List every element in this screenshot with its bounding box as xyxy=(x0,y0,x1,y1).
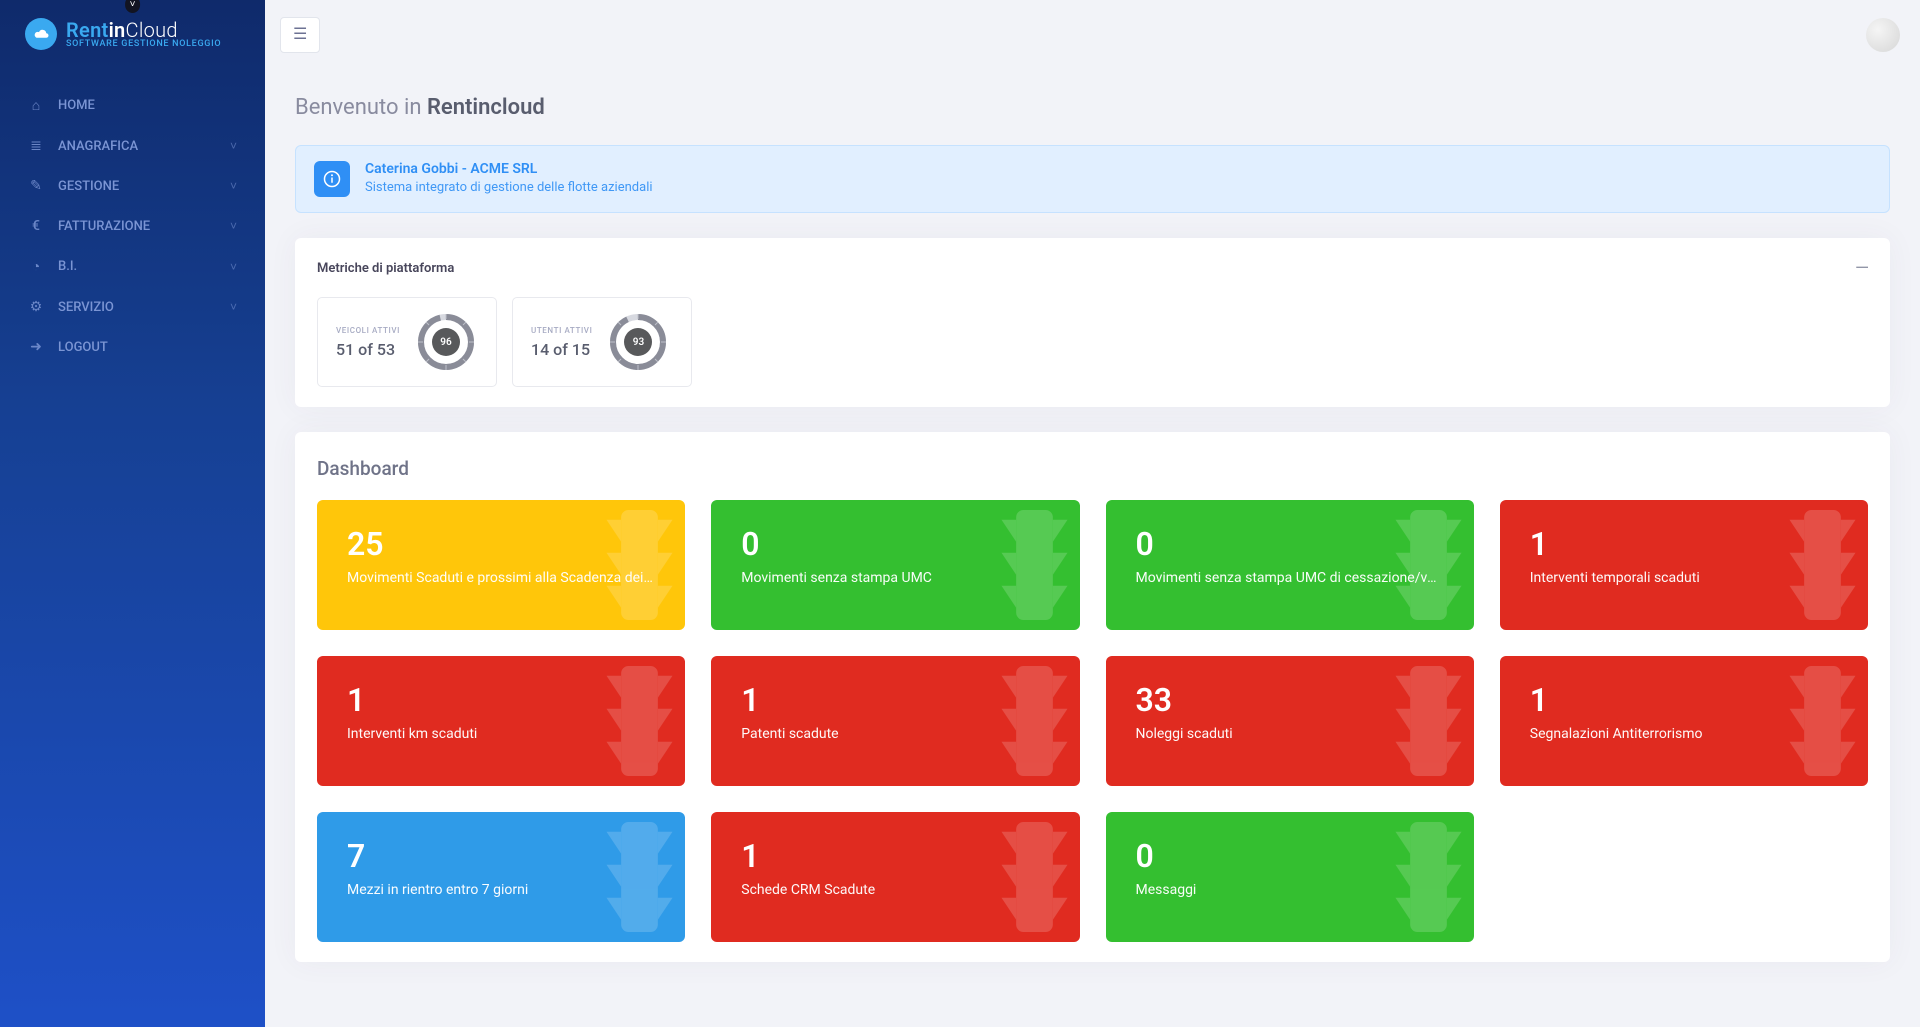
metric-users: UTENTI ATTIVI 14 of 15 xyxy=(512,297,692,387)
collapse-button[interactable]: — xyxy=(1855,258,1868,279)
nav-gestione[interactable]: ✎ GESTIONE ˅ xyxy=(0,166,265,206)
dashboard-tile[interactable]: 0Movimenti senza stampa UMC di cessazion… xyxy=(1106,500,1474,630)
metrics-panel-title: Metriche di piattaforma xyxy=(317,261,454,276)
metric-vehicles: VEICOLI ATTIVI 51 of 53 xyxy=(317,297,497,387)
nav-fatturazione[interactable]: € FATTURAZIONE ˅ xyxy=(0,206,265,246)
chevron-down-icon: ˅ xyxy=(230,300,237,314)
traffic-light-icon xyxy=(997,666,1072,776)
logout-icon: ➜ xyxy=(28,339,44,355)
dashboard-tile[interactable]: 1Segnalazioni Antiterrorismo xyxy=(1500,656,1868,786)
home-icon: ⌂ xyxy=(28,97,44,114)
traffic-light-icon xyxy=(1391,822,1466,932)
welcome-banner: Caterina Gobbi - ACME SRL Sistema integr… xyxy=(295,145,1890,213)
nav-label: FATTURAZIONE xyxy=(58,219,150,234)
nav-label: GESTIONE xyxy=(58,179,119,194)
dashboard-tile[interactable]: 1Schede CRM Scadute xyxy=(711,812,1079,942)
traffic-light-icon xyxy=(602,510,677,620)
nav-logout[interactable]: ➜ LOGOUT xyxy=(0,327,265,367)
chevron-down-icon: ˅ xyxy=(230,139,237,153)
metrics-panel: Metriche di piattaforma — VEICOLI ATTIVI… xyxy=(295,238,1890,407)
nav-label: HOME xyxy=(58,98,95,113)
dashboard-panel: Dashboard 25Movimenti Scaduti e prossimi… xyxy=(295,432,1890,962)
database-icon: ≣ xyxy=(28,138,44,154)
nav-label: ANAGRAFICA xyxy=(58,139,138,154)
dashboard-tile[interactable]: 1Interventi km scaduti xyxy=(317,656,685,786)
traffic-light-icon xyxy=(1785,666,1860,776)
nav-label: B.I. xyxy=(58,259,77,274)
gauge-value: 96 xyxy=(432,328,460,356)
dashboard-tile[interactable]: 1Interventi temporali scaduti xyxy=(1500,500,1868,630)
nav-label: LOGOUT xyxy=(58,340,108,355)
brand-subtitle: SOFTWARE GESTIONE NOLEGGIO xyxy=(66,40,221,49)
metric-label: VEICOLI ATTIVI xyxy=(336,326,400,335)
main: ☰ Benvenuto in Rentincloud Caterina Gobb… xyxy=(265,0,1920,1027)
traffic-light-icon xyxy=(602,666,677,776)
dashboard-title: Dashboard xyxy=(317,457,1868,480)
dashboard-tile[interactable]: 0Messaggi xyxy=(1106,812,1474,942)
nav-anagrafica[interactable]: ≣ ANAGRAFICA ˅ xyxy=(0,126,265,166)
traffic-light-icon xyxy=(1391,510,1466,620)
nav-bi[interactable]: ◔ B.I. ˅ xyxy=(0,246,265,287)
gear-icon: ⚙ xyxy=(28,299,44,315)
traffic-light-icon xyxy=(1391,666,1466,776)
traffic-light-icon xyxy=(997,822,1072,932)
chevron-down-icon: ˅ xyxy=(230,260,237,274)
dashboard-tile[interactable]: 1Patenti scadute xyxy=(711,656,1079,786)
sidebar: ˅ RentinCloud SOFTWARE GESTIONE NOLEGGIO… xyxy=(0,0,265,1027)
dashboard-tile[interactable]: 7Mezzi in rientro entro 7 giorni xyxy=(317,812,685,942)
traffic-light-icon xyxy=(602,822,677,932)
brand-title: RentinCloud xyxy=(66,20,221,40)
gauge-vehicles: 96 xyxy=(416,312,476,372)
hamburger-button[interactable]: ☰ xyxy=(280,17,320,53)
page-title: Benvenuto in Rentincloud xyxy=(295,95,1890,120)
cloud-icon xyxy=(25,18,57,50)
nav-servizio[interactable]: ⚙ SERVIZIO ˅ xyxy=(0,287,265,327)
chevron-down-icon: ˅ xyxy=(230,179,237,193)
dashboard-tile[interactable]: 0Movimenti senza stampa UMC xyxy=(711,500,1079,630)
euro-icon: € xyxy=(28,218,44,234)
dashboard-tile[interactable]: 33Noleggi scaduti xyxy=(1106,656,1474,786)
chevron-down-icon: ˅ xyxy=(125,0,141,13)
metric-value: 14 of 15 xyxy=(531,340,592,359)
avatar[interactable] xyxy=(1866,18,1900,52)
chevron-down-icon: ˅ xyxy=(230,219,237,233)
chart-icon: ◔ xyxy=(28,258,44,275)
gauge-users: 93 xyxy=(608,312,668,372)
nav-home[interactable]: ⌂ HOME xyxy=(0,85,265,126)
info-icon xyxy=(314,161,350,197)
traffic-light-icon xyxy=(997,510,1072,620)
brand[interactable]: ˅ RentinCloud SOFTWARE GESTIONE NOLEGGIO xyxy=(0,0,265,60)
dashboard-tile[interactable]: 25Movimenti Scaduti e prossimi alla Scad… xyxy=(317,500,685,630)
dashboard-tiles: 25Movimenti Scaduti e prossimi alla Scad… xyxy=(317,500,1868,942)
nav-label: SERVIZIO xyxy=(58,300,114,315)
banner-subtitle: Sistema integrato di gestione delle flot… xyxy=(365,180,653,195)
metric-value: 51 of 53 xyxy=(336,340,400,359)
edit-icon: ✎ xyxy=(28,178,44,194)
metric-label: UTENTI ATTIVI xyxy=(531,326,592,335)
banner-title: Caterina Gobbi - ACME SRL xyxy=(365,161,653,177)
traffic-light-icon xyxy=(1785,510,1860,620)
topbar: ☰ xyxy=(265,0,1920,70)
nav: ⌂ HOME ≣ ANAGRAFICA ˅ ✎ GESTIONE ˅ € FAT… xyxy=(0,85,265,367)
